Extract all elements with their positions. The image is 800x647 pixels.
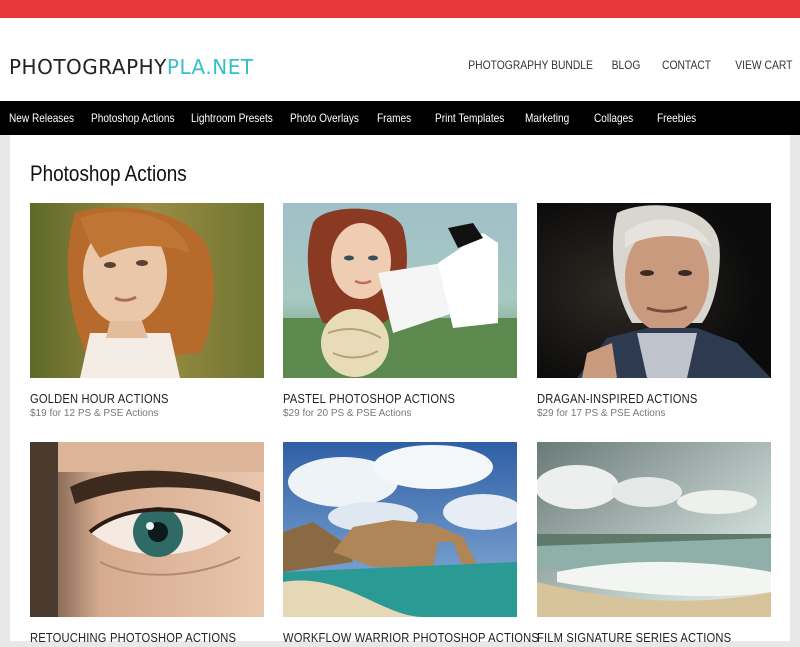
product-title[interactable]: DRAGAN-INSPIRED ACTIONS: [537, 391, 738, 406]
product-image-golden-hour[interactable]: [30, 203, 264, 378]
product-title[interactable]: WORKFLOW WARRIOR PHOTOSHOP ACTIONS: [283, 630, 539, 645]
nav-marketing[interactable]: Marketing: [525, 111, 569, 125]
product-image-retouching[interactable]: [30, 442, 264, 617]
page-title: Photoshop Actions: [30, 161, 187, 186]
link-photography-bundle[interactable]: PHOTOGRAPHY BUNDLE: [468, 58, 593, 72]
product-price: $29 for 20 PS & PSE Actions: [283, 408, 412, 419]
product-image-film-signature[interactable]: [537, 442, 771, 617]
product-title[interactable]: RETOUCHING PHOTOSHOP ACTIONS: [30, 630, 236, 645]
logo-text-teal: PLA.NET: [166, 55, 254, 79]
nav-collages[interactable]: Collages: [594, 111, 633, 125]
top-accent-bar: [0, 0, 800, 18]
product-title[interactable]: GOLDEN HOUR ACTIONS: [30, 391, 231, 406]
main-content: Photoshop Actions GOLDEN HOUR ACTIONS $1…: [10, 135, 790, 645]
product-title[interactable]: FILM SIGNATURE SERIES ACTIONS: [537, 630, 738, 645]
nav-lightroom-presets[interactable]: Lightroom Presets: [191, 111, 273, 125]
nav-photoshop-actions[interactable]: Photoshop Actions: [91, 111, 175, 125]
site-logo[interactable]: PHOTOGRAPHYPLA.NET: [9, 55, 254, 79]
link-contact[interactable]: CONTACT: [662, 58, 711, 72]
nav-freebies[interactable]: Freebies: [657, 111, 696, 125]
product-image-dragan[interactable]: [537, 203, 771, 378]
product-card: GOLDEN HOUR ACTIONS $19 for 12 PS & PSE …: [30, 203, 264, 419]
product-card: DRAGAN-INSPIRED ACTIONS $29 for 17 PS & …: [537, 203, 771, 419]
product-card: WORKFLOW WARRIOR PHOTOSHOP ACTIONS: [283, 442, 539, 647]
product-image-workflow-warrior[interactable]: [283, 442, 517, 617]
product-card: PASTEL PHOTOSHOP ACTIONS $29 for 20 PS &…: [283, 203, 517, 419]
product-card: FILM SIGNATURE SERIES ACTIONS: [537, 442, 771, 647]
link-blog[interactable]: BLOG: [612, 58, 641, 72]
product-image-pastel[interactable]: [283, 203, 517, 378]
product-price: $19 for 12 PS & PSE Actions: [30, 408, 159, 419]
product-card: RETOUCHING PHOTOSHOP ACTIONS: [30, 442, 264, 647]
main-nav: New Releases Photoshop Actions Lightroom…: [0, 101, 800, 135]
product-title[interactable]: PASTEL PHOTOSHOP ACTIONS: [283, 391, 484, 406]
nav-new-releases[interactable]: New Releases: [9, 111, 74, 125]
logo-text-dark: PHOTOGRAPHY: [9, 55, 167, 79]
nav-frames[interactable]: Frames: [377, 111, 411, 125]
site-header: PHOTOGRAPHYPLA.NET PHOTOGRAPHY BUNDLE BL…: [0, 18, 800, 101]
nav-print-templates[interactable]: Print Templates: [435, 111, 504, 125]
top-links: PHOTOGRAPHY BUNDLE BLOG CONTACT VIEW CAR…: [448, 58, 792, 72]
link-view-cart[interactable]: VIEW CART: [735, 58, 792, 72]
product-price: $29 for 17 PS & PSE Actions: [537, 408, 666, 419]
nav-photo-overlays[interactable]: Photo Overlays: [290, 111, 359, 125]
